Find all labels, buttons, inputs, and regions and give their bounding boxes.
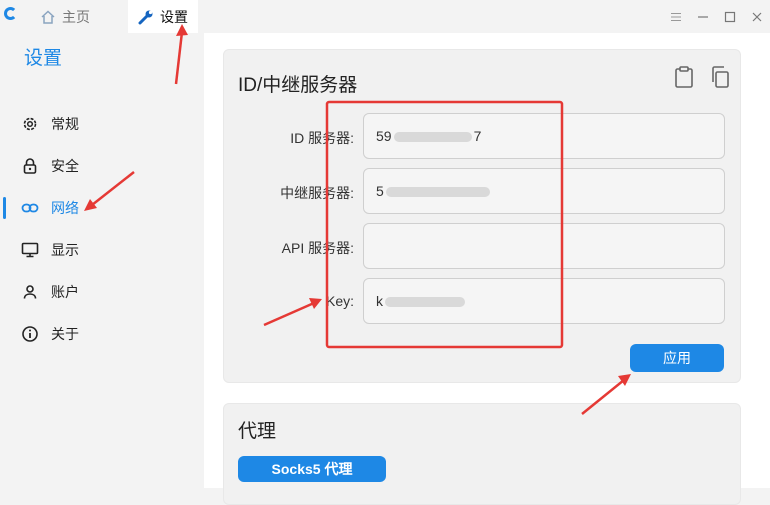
apply-button[interactable]: 应用	[630, 344, 724, 372]
tab-settings[interactable]: 设置	[128, 0, 198, 33]
proxy-card-title: 代理	[238, 421, 277, 442]
sidebar-item-label: 显示	[51, 242, 79, 258]
close-icon[interactable]	[743, 0, 770, 33]
server-settings-card: ID/中继服务器 ID 服务器: 59 7 中继服务器: 5 API 服务器: K…	[223, 49, 741, 383]
sidebar-item-label: 关于	[51, 326, 79, 342]
home-icon	[40, 9, 56, 24]
sidebar-item-security[interactable]: 安全	[0, 145, 204, 187]
sidebar-item-general[interactable]: 常规	[0, 103, 204, 145]
key-input[interactable]: k	[363, 278, 725, 324]
api-server-input[interactable]	[363, 223, 725, 269]
menu-icon[interactable]	[662, 0, 689, 33]
copy-icon[interactable]	[710, 66, 730, 93]
settings-content: ID/中继服务器 ID 服务器: 59 7 中继服务器: 5 API 服务器: K…	[204, 33, 770, 505]
app-logo-icon	[4, 7, 17, 20]
sidebar-item-network[interactable]: 网络	[0, 187, 204, 229]
redaction-blur	[385, 187, 490, 198]
wrench-icon	[138, 9, 154, 25]
sidebar: 设置 常规 安全 网络 显示 账户 关于	[0, 33, 204, 488]
minimize-icon[interactable]	[689, 0, 716, 33]
id-server-input[interactable]: 59 7	[363, 113, 725, 159]
sidebar-item-label: 账户	[51, 284, 79, 300]
relay-server-input[interactable]: 5	[363, 168, 725, 214]
lock-icon	[21, 157, 39, 175]
window-controls	[662, 0, 770, 33]
key-row: Key: k	[224, 278, 740, 326]
sidebar-item-account[interactable]: 账户	[0, 271, 204, 313]
socks5-proxy-button[interactable]: Socks5 代理	[238, 456, 386, 482]
server-card-title: ID/中继服务器	[238, 75, 358, 96]
redaction-blur	[393, 132, 472, 143]
key-value-start: k	[376, 293, 383, 309]
sidebar-item-label: 安全	[51, 158, 79, 174]
tab-settings-label: 设置	[160, 8, 188, 25]
monitor-icon	[21, 241, 39, 259]
api-server-label: API 服务器:	[281, 240, 354, 256]
user-icon	[21, 283, 39, 301]
id-server-value-start: 59	[376, 128, 392, 144]
redaction-blur	[385, 297, 465, 308]
relay-server-label: 中继服务器:	[280, 185, 354, 201]
api-server-row: API 服务器:	[224, 223, 740, 271]
link-icon	[21, 199, 39, 217]
sidebar-title: 设置	[24, 48, 63, 69]
tab-home[interactable]: 主页	[40, 0, 120, 33]
tab-home-label: 主页	[62, 8, 90, 25]
card-actions	[674, 66, 730, 93]
maximize-icon[interactable]	[716, 0, 743, 33]
relay-server-value-start: 5	[376, 183, 384, 199]
id-server-label: ID 服务器:	[290, 130, 354, 146]
key-label: Key:	[325, 293, 354, 309]
title-bar: 主页 设置	[0, 0, 770, 33]
sidebar-item-display[interactable]: 显示	[0, 229, 204, 271]
info-icon	[21, 325, 39, 343]
sidebar-item-label: 网络	[51, 200, 79, 216]
sidebar-item-label: 常规	[51, 116, 79, 132]
relay-server-row: 中继服务器: 5	[224, 168, 740, 216]
proxy-card: 代理 Socks5 代理	[223, 403, 741, 505]
id-server-value-end: 7	[473, 128, 482, 144]
gear-icon	[21, 115, 39, 133]
id-server-row: ID 服务器: 59 7	[224, 113, 740, 161]
clipboard-icon[interactable]	[674, 66, 694, 93]
sidebar-item-about[interactable]: 关于	[0, 313, 204, 355]
